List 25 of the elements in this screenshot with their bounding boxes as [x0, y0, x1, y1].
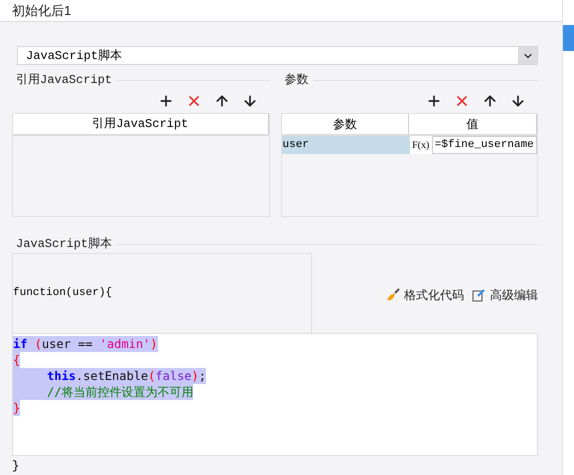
code-editor[interactable]: if (user == 'admin') { this.setEnable(false); //将当前控件设置为不可用 }	[12, 333, 538, 456]
advanced-edit-button[interactable]: 高级编辑	[472, 286, 538, 304]
section-title: 参数	[284, 72, 308, 89]
format-code-button[interactable]: 格式化代码	[386, 286, 464, 304]
table-cell[interactable]: =$fine_username	[432, 136, 537, 154]
code-header: function(user){	[13, 286, 112, 302]
column-header: 值	[409, 114, 537, 134]
move-up-icon[interactable]	[214, 93, 230, 109]
formula-button[interactable]: F(x)	[410, 136, 432, 154]
move-down-icon[interactable]	[510, 93, 526, 109]
window-title: 初始化后1	[12, 2, 72, 20]
add-icon[interactable]	[426, 93, 442, 109]
column-header: 引用JavaScript	[13, 114, 268, 134]
broom-icon	[386, 288, 400, 302]
table-cell[interactable]: user	[282, 136, 410, 154]
section-title: 引用JavaScript	[15, 72, 112, 89]
script-type-dropdown[interactable]: JavaScript脚本	[17, 46, 538, 65]
edit-icon	[472, 288, 486, 302]
code-footer: }	[12, 457, 550, 475]
section-title: JavaScript脚本	[15, 236, 112, 253]
move-up-icon[interactable]	[482, 93, 498, 109]
move-down-icon[interactable]	[242, 93, 258, 109]
add-icon[interactable]	[158, 93, 174, 109]
column-header: 参数	[282, 114, 410, 134]
delete-icon[interactable]	[454, 93, 470, 109]
